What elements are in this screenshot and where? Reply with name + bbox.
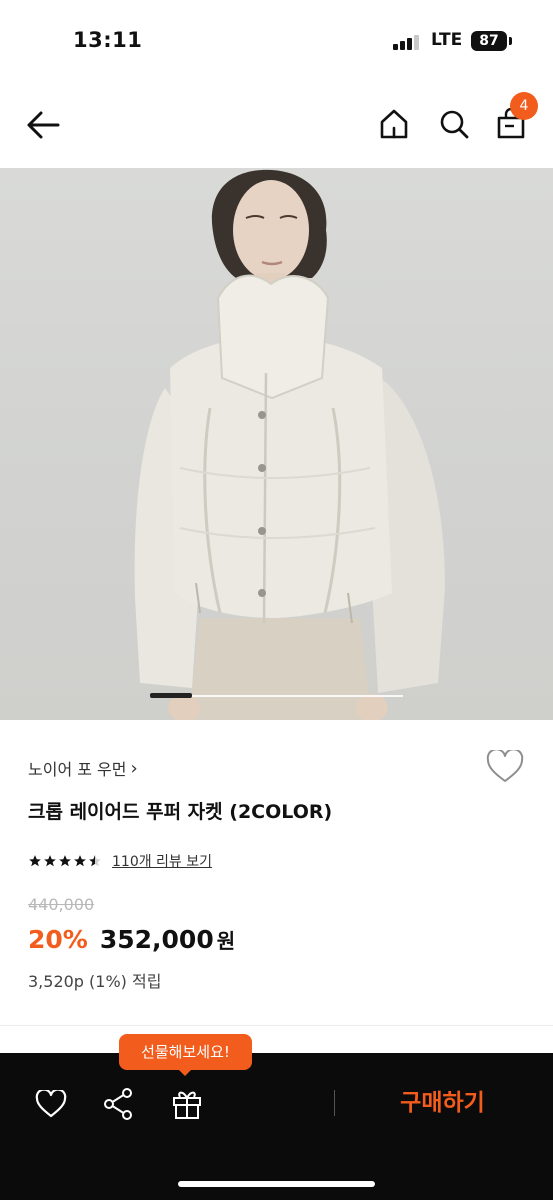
review-link[interactable]: 110개 리뷰 보기 xyxy=(112,851,212,871)
sale-price-amount: 352,000 xyxy=(99,925,214,954)
gift-tooltip[interactable]: 선물해보세요! xyxy=(119,1034,252,1070)
arrow-left-icon[interactable] xyxy=(24,108,62,142)
network-label: LTE xyxy=(431,30,463,50)
rating-stars xyxy=(28,854,102,868)
star-half-icon xyxy=(89,855,101,867)
status-time: 13:11 xyxy=(73,28,143,52)
star-icon xyxy=(59,855,71,867)
price-row: 20% 352,000 원 xyxy=(28,925,235,954)
price-unit: 원 xyxy=(216,929,236,953)
model-illustration xyxy=(134,169,445,720)
battery-cap xyxy=(509,37,512,45)
nav-bar xyxy=(0,80,553,168)
reward-points: 3,520p (1%) 적립 xyxy=(28,972,162,991)
brand-name: 노이어 포 우먼 xyxy=(28,760,127,779)
star-icon xyxy=(29,855,41,867)
status-bar: 13:11 LTE 87 xyxy=(0,0,553,80)
gift-tooltip-arrow xyxy=(178,1069,192,1076)
heart-icon[interactable] xyxy=(35,1090,67,1118)
sale-price: 352,000 원 xyxy=(100,925,235,954)
bottom-bar-separator xyxy=(334,1090,335,1116)
product-title: 크롭 레이어드 푸퍼 자켓 (2COLOR) xyxy=(28,801,333,823)
original-price: 440,000 xyxy=(28,895,95,914)
brand-link[interactable]: 노이어 포 우먼 › xyxy=(28,756,138,780)
search-icon[interactable] xyxy=(438,108,470,140)
signal-icon xyxy=(393,34,423,50)
battery-icon: 87 xyxy=(471,31,507,51)
bottom-action-bar xyxy=(0,1053,553,1200)
divider xyxy=(0,1025,553,1026)
share-icon[interactable] xyxy=(102,1087,134,1121)
home-indicator xyxy=(178,1181,375,1187)
cart-count-badge: 4 xyxy=(510,92,538,120)
gift-icon[interactable] xyxy=(170,1086,204,1120)
chevron-right-icon: › xyxy=(130,757,138,779)
heart-icon[interactable] xyxy=(486,750,524,784)
home-icon[interactable] xyxy=(378,108,410,140)
rating-row: 110개 리뷰 보기 xyxy=(28,851,212,871)
buy-button[interactable]: 구매하기 xyxy=(360,1080,525,1126)
star-icon xyxy=(44,855,56,867)
product-image[interactable] xyxy=(0,168,553,720)
image-slider-thumb[interactable] xyxy=(150,693,192,698)
discount-rate: 20% xyxy=(28,925,88,954)
star-icon xyxy=(74,855,86,867)
